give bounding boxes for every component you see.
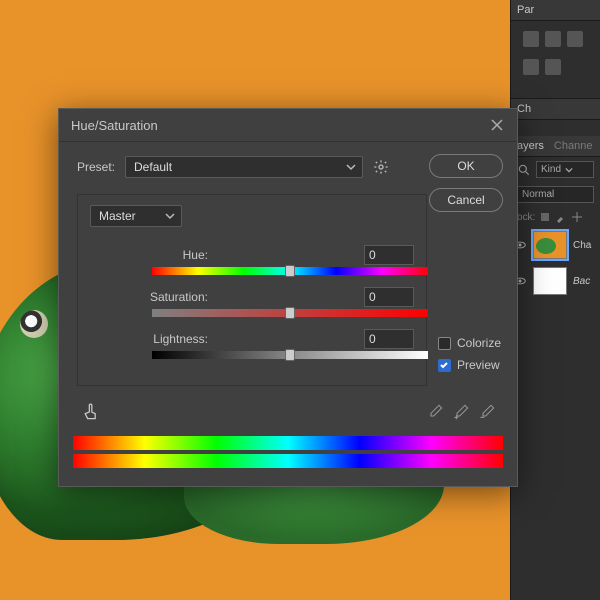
hue-slider[interactable] (152, 267, 428, 277)
preview-checkbox[interactable]: Preview (438, 358, 501, 372)
brush-icon[interactable] (555, 211, 567, 223)
preview-label: Preview (457, 358, 500, 372)
tab-channels[interactable]: Channe (554, 140, 593, 152)
layer-name: Cha (573, 240, 591, 251)
layer-row-background[interactable]: Bac (511, 263, 600, 299)
checkbox-checked-icon (438, 359, 451, 372)
eyedropper-subtract-icon[interactable] (479, 404, 495, 420)
checkbox-icon (438, 337, 451, 350)
slider-knob[interactable] (285, 265, 295, 277)
ok-button[interactable]: OK (429, 154, 503, 178)
preset-select[interactable]: Default (125, 156, 363, 178)
indent-icon[interactable] (523, 59, 539, 75)
close-icon[interactable] (489, 117, 505, 133)
lock-transparent-icon[interactable] (539, 211, 551, 223)
slider-knob[interactable] (285, 307, 295, 319)
saturation-slider[interactable] (152, 309, 428, 319)
cancel-button[interactable]: Cancel (429, 188, 503, 212)
targeted-adjustment-icon[interactable] (81, 402, 101, 422)
channel-select[interactable]: Master (90, 205, 182, 227)
lightness-slider[interactable] (152, 351, 428, 361)
tab-paragraph[interactable]: Par (517, 4, 534, 16)
search-icon (517, 163, 531, 177)
channel-value: Master (99, 209, 136, 223)
indent-icon[interactable] (545, 59, 561, 75)
adjustment-group: Master Hue: Saturation: Lightness: (77, 194, 427, 386)
lightness-label: Lightness: (90, 332, 208, 346)
colorize-label: Colorize (457, 336, 501, 350)
tab-layers[interactable]: ayers (517, 140, 544, 152)
slider-knob[interactable] (285, 349, 295, 361)
right-panel-dock: Par Ch ayers Channe Kind Normal ock: (510, 0, 600, 600)
layer-name: Bac (573, 276, 590, 287)
lightness-input[interactable] (364, 329, 414, 349)
tab-character[interactable]: Ch (517, 103, 531, 115)
lock-label: ock: (517, 212, 535, 223)
layer-row-chameleon[interactable]: Cha (511, 227, 600, 263)
preset-value: Default (134, 160, 172, 174)
spectrum-bar-output (73, 454, 503, 468)
saturation-label: Saturation: (90, 290, 208, 304)
layer-thumbnail[interactable] (533, 231, 567, 259)
saturation-input[interactable] (364, 287, 414, 307)
colorize-checkbox[interactable]: Colorize (438, 336, 501, 350)
align-icon[interactable] (567, 31, 583, 47)
dialog-title: Hue/Saturation (71, 118, 158, 133)
eyedropper-add-icon[interactable] (453, 404, 469, 420)
hue-input[interactable] (364, 245, 414, 265)
chevron-down-icon (346, 162, 356, 172)
chevron-down-icon (165, 211, 175, 221)
layer-thumbnail[interactable] (533, 267, 567, 295)
align-icon[interactable] (545, 31, 561, 47)
hue-label: Hue: (90, 248, 208, 262)
hue-saturation-dialog: Hue/Saturation OK Cancel Preset: Default… (58, 108, 518, 487)
eyedropper-icon[interactable] (427, 404, 443, 420)
check-icon (439, 360, 449, 370)
blend-mode-select[interactable]: Normal (517, 186, 594, 203)
layer-filter-kind[interactable]: Kind (536, 161, 594, 178)
chevron-down-icon (565, 166, 573, 174)
layer-filter-label: Kind (541, 164, 561, 175)
align-icon[interactable] (523, 31, 539, 47)
preset-label: Preset: (77, 160, 115, 174)
spectrum-bar-input (73, 436, 503, 450)
move-lock-icon[interactable] (571, 211, 583, 223)
gear-icon[interactable] (373, 159, 389, 175)
